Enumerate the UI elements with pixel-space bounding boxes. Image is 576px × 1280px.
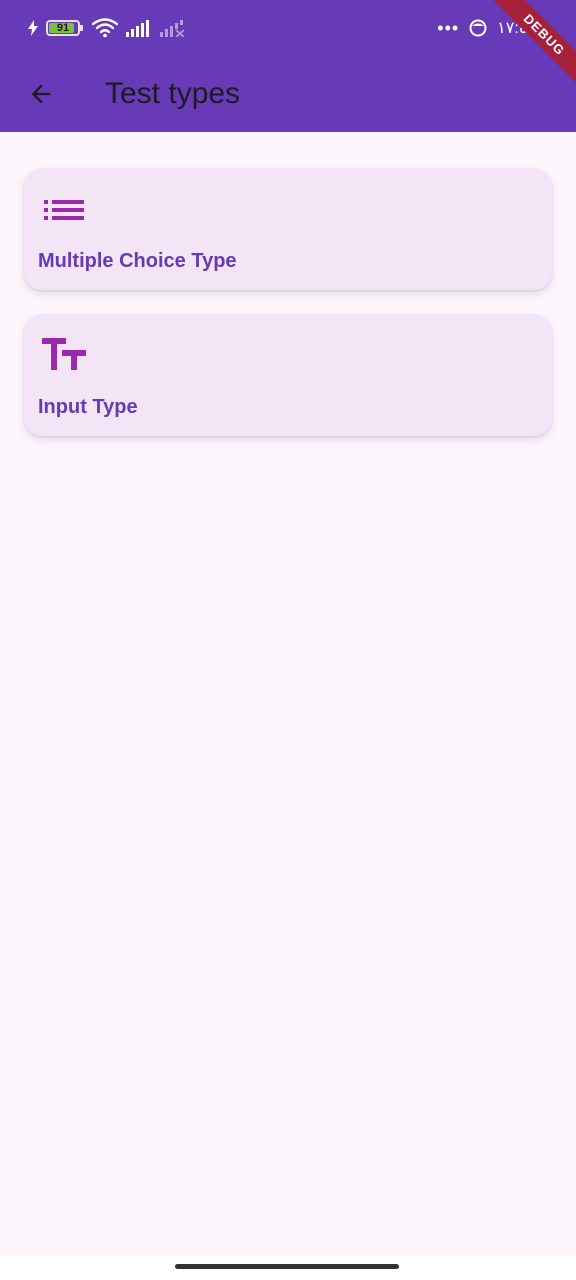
card-label: Multiple Choice Type — [38, 250, 237, 272]
screen: 91 ••• ١٧:٤٧ DEBUG Test types Multiple C… — [0, 0, 576, 1280]
format-list-bulleted-icon — [44, 200, 84, 220]
charging-bolt-icon — [28, 20, 38, 36]
app-bar: Test types — [0, 56, 576, 132]
back-button[interactable] — [13, 66, 69, 122]
system-nav-bar — [0, 1256, 576, 1280]
card-label: Input Type — [38, 396, 138, 418]
battery-percent: 91 — [56, 21, 70, 34]
face-icon — [469, 19, 487, 37]
signal-no-service-icon — [160, 20, 185, 37]
page-title: Test types — [105, 77, 241, 110]
wifi-icon — [92, 18, 118, 38]
battery-icon: 91 — [46, 20, 83, 36]
status-bar: 91 ••• ١٧:٤٧ — [0, 0, 576, 56]
status-bar-left: 91 — [28, 16, 186, 40]
input-type-card[interactable]: Input Type — [24, 314, 552, 436]
home-indicator[interactable] — [175, 1264, 399, 1269]
signal-icon — [126, 20, 149, 37]
more-dots-icon: ••• — [437, 18, 460, 38]
text-fields-icon — [42, 338, 86, 370]
arrow-back-icon — [31, 84, 51, 104]
multiple-choice-type-card[interactable]: Multiple Choice Type — [24, 168, 552, 290]
